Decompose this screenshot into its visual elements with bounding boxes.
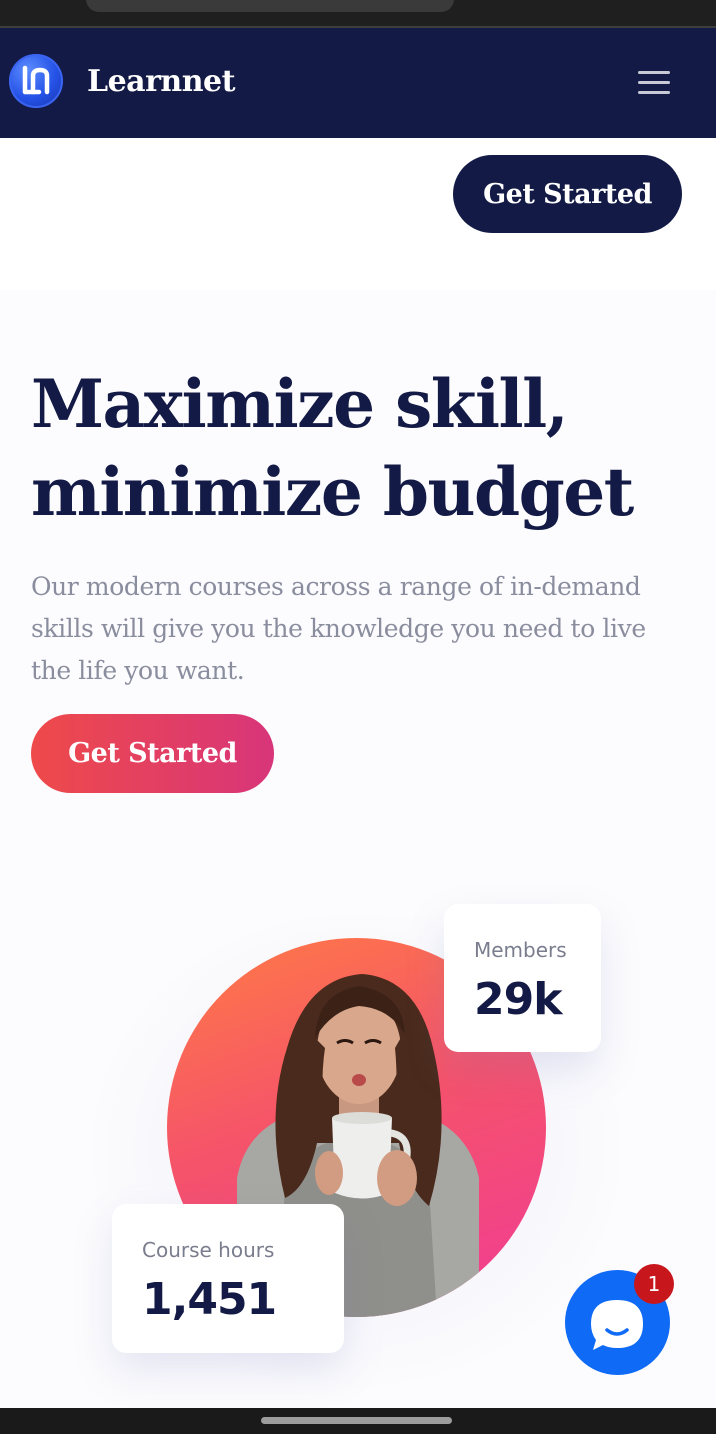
browser-top-strip bbox=[0, 0, 716, 27]
course-hours-value: 1,451 bbox=[142, 1274, 277, 1325]
home-indicator[interactable] bbox=[261, 1417, 452, 1424]
hero-title-line-2: minimize budget bbox=[31, 453, 634, 531]
members-value: 29k bbox=[474, 974, 562, 1025]
course-hours-label: Course hours bbox=[142, 1238, 275, 1262]
chat-notification-badge: 1 bbox=[634, 1264, 674, 1304]
members-stat-card: Members 29k bbox=[444, 904, 601, 1052]
hero-subtitle: Our modern courses across a range of in-… bbox=[31, 572, 646, 685]
course-hours-stat-card: Course hours 1,451 bbox=[112, 1204, 344, 1353]
address-bar[interactable] bbox=[86, 0, 454, 12]
hero-title: Maximize skill, minimize budget bbox=[31, 360, 691, 536]
hero-title-line-1: Maximize skill, bbox=[31, 365, 569, 443]
site-header: Learnnet bbox=[0, 28, 716, 138]
hamburger-menu-icon[interactable] bbox=[634, 68, 674, 98]
hero-get-started-button[interactable]: Get Started bbox=[31, 714, 274, 793]
brand-name[interactable]: Learnnet bbox=[87, 64, 236, 99]
members-label: Members bbox=[474, 938, 567, 962]
learnnet-logo-icon[interactable] bbox=[9, 54, 63, 108]
header-get-started-button[interactable]: Get Started bbox=[453, 155, 682, 233]
